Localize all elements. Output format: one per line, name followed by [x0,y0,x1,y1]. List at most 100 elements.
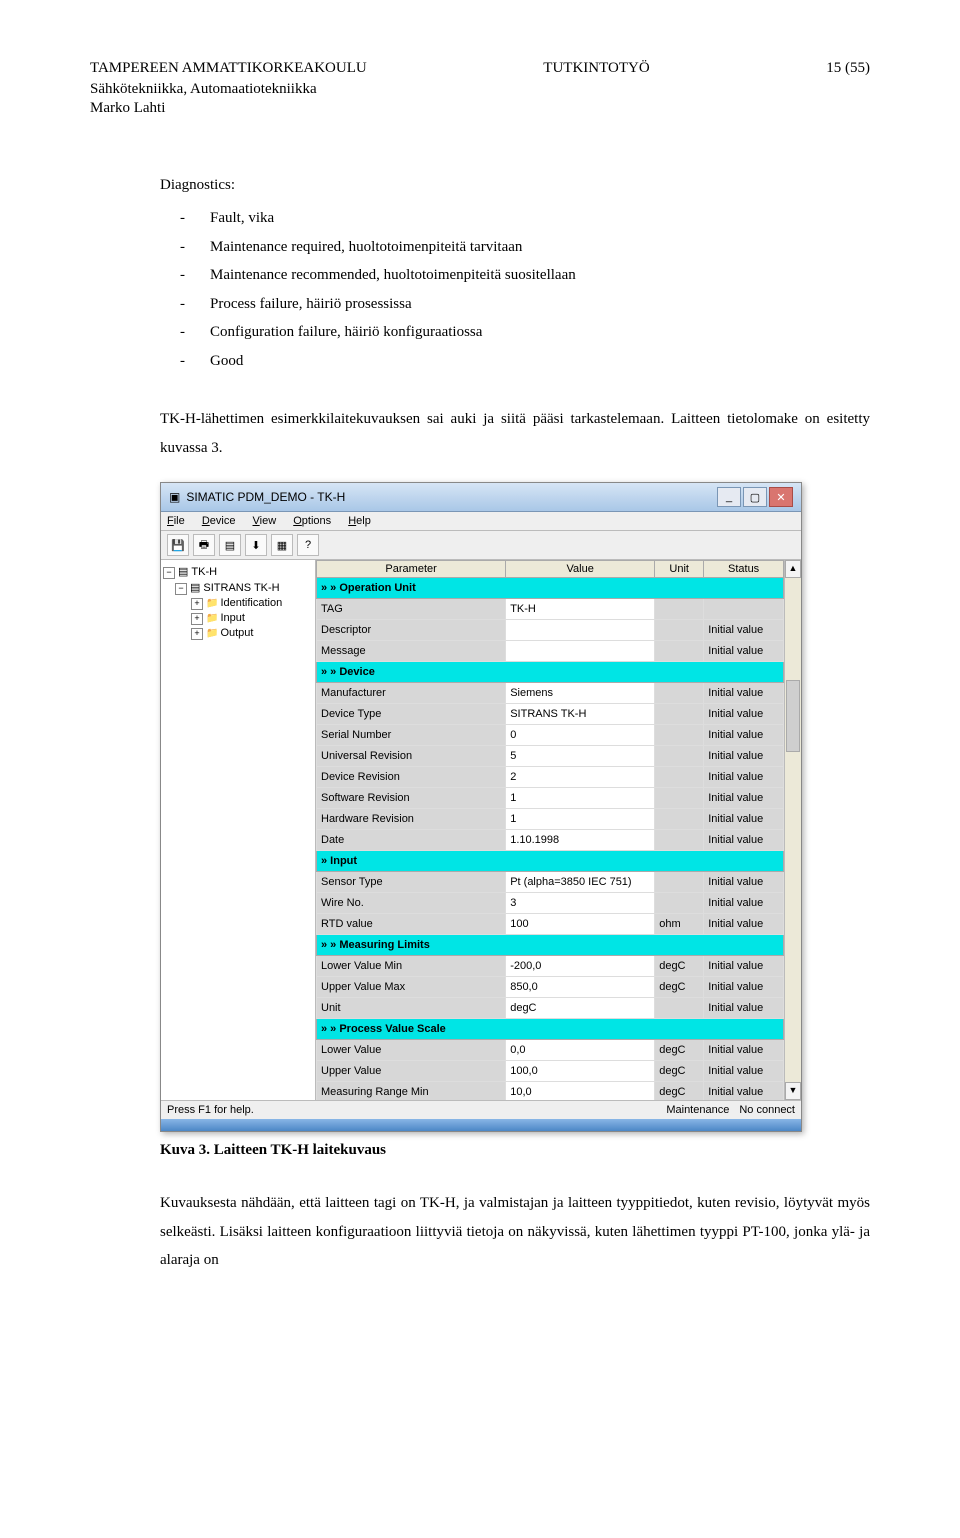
table-row[interactable]: Lower Value0,0degCInitial value [317,1040,784,1061]
device-icon[interactable]: ▤ [219,534,241,556]
menu-bar: File Device View Options Help [161,512,801,531]
tree-output[interactable]: Output [206,627,253,639]
tree-device[interactable]: SITRANS TK-H [190,582,280,594]
param-value[interactable]: 850,0 [506,977,655,998]
param-status: Initial value [704,767,784,788]
expand-icon[interactable]: + [191,613,203,625]
param-value[interactable]: 1 [506,809,655,830]
param-value[interactable]: TK-H [506,599,655,620]
table-row[interactable]: Upper Value Max850,0degCInitial value [317,977,784,998]
device-tree[interactable]: −TK-H −SITRANS TK-H +Identification +Inp… [161,560,316,1100]
expand-icon[interactable]: + [191,598,203,610]
page-number: 15 (55) [826,60,870,77]
col-status[interactable]: Status [704,561,784,578]
menu-file[interactable]: File [167,515,185,527]
section-header[interactable]: » » Operation Unit [317,578,784,599]
param-value[interactable] [506,641,655,662]
param-value[interactable]: -200,0 [506,956,655,977]
table-row[interactable]: MessageInitial value [317,641,784,662]
param-value[interactable]: 5 [506,746,655,767]
close-button[interactable]: ✕ [769,487,793,507]
tree-root[interactable]: TK-H [178,566,217,578]
param-unit [655,641,704,662]
minimize-button[interactable]: _ [717,487,741,507]
param-name: Universal Revision [317,746,506,767]
table-row[interactable]: UnitdegCInitial value [317,998,784,1019]
table-row[interactable]: RTD value100ohmInitial value [317,914,784,935]
title-bar[interactable]: ▣ SIMATIC PDM_DEMO - TK-H _ ▢ ✕ [161,483,801,512]
col-value[interactable]: Value [506,561,655,578]
param-value[interactable]: 0 [506,725,655,746]
table-row[interactable]: Lower Value Min-200,0degCInitial value [317,956,784,977]
download-icon[interactable]: ⬇ [245,534,267,556]
param-unit [655,872,704,893]
param-unit: ohm [655,914,704,935]
help-icon[interactable]: ? [297,534,319,556]
taskbar [161,1119,801,1131]
vertical-scrollbar[interactable]: ▲ ▼ [784,560,801,1100]
table-row[interactable]: Sensor TypePt (alpha=3850 IEC 751)Initia… [317,872,784,893]
menu-options[interactable]: Options [293,515,331,527]
window-title: SIMATIC PDM_DEMO - TK-H [186,490,345,504]
section-header[interactable]: » Input [317,851,784,872]
param-value[interactable]: 100 [506,914,655,935]
table-row[interactable]: TAGTK-H [317,599,784,620]
figure-3: ▣ SIMATIC PDM_DEMO - TK-H _ ▢ ✕ File Dev… [160,482,870,1132]
param-value[interactable]: 1 [506,788,655,809]
param-value[interactable]: 0,0 [506,1040,655,1061]
menu-device[interactable]: Device [202,515,236,527]
table-row[interactable]: Upper Value100,0degCInitial value [317,1061,784,1082]
section-header[interactable]: » » Device [317,662,784,683]
param-status: Initial value [704,830,784,851]
param-value[interactable]: 10,0 [506,1082,655,1101]
param-value[interactable]: Pt (alpha=3850 IEC 751) [506,872,655,893]
col-unit[interactable]: Unit [655,561,704,578]
tree-identification[interactable]: Identification [206,597,282,609]
table-row[interactable]: Hardware Revision1Initial value [317,809,784,830]
table-row[interactable]: Universal Revision5Initial value [317,746,784,767]
table-row[interactable]: Serial Number0Initial value [317,725,784,746]
param-unit [655,998,704,1019]
scroll-up-icon[interactable]: ▲ [785,560,801,578]
param-unit: degC [655,956,704,977]
param-status: Initial value [704,998,784,1019]
param-name: Device Type [317,704,506,725]
table-row[interactable]: Software Revision1Initial value [317,788,784,809]
table-row[interactable]: DescriptorInitial value [317,620,784,641]
param-value[interactable]: 1.10.1998 [506,830,655,851]
param-name: Sensor Type [317,872,506,893]
section-header[interactable]: » » Measuring Limits [317,935,784,956]
table-row[interactable]: Wire No.3Initial value [317,893,784,914]
table-icon[interactable]: ▦ [271,534,293,556]
col-parameter[interactable]: Parameter [317,561,506,578]
table-row[interactable]: ManufacturerSiemensInitial value [317,683,784,704]
body-paragraph: TK-H-lähettimen esimerkkilaitekuvauksen … [160,405,870,462]
expand-icon[interactable]: + [191,628,203,640]
maximize-button[interactable]: ▢ [743,487,767,507]
status-bar: Press F1 for help. Maintenance No connec… [161,1100,801,1119]
scroll-down-icon[interactable]: ▼ [785,1082,801,1100]
collapse-icon[interactable]: − [175,583,187,595]
parameter-grid[interactable]: Parameter Value Unit Status » » Operatio… [316,560,784,1100]
save-icon[interactable]: 💾 [167,534,189,556]
param-unit: degC [655,1082,704,1101]
section-header[interactable]: » » Process Value Scale [317,1019,784,1040]
print-icon[interactable]: 🖶 [193,534,215,556]
table-row[interactable]: Date1.10.1998Initial value [317,830,784,851]
param-value[interactable]: 2 [506,767,655,788]
param-value[interactable]: 100,0 [506,1061,655,1082]
menu-help[interactable]: Help [348,515,371,527]
param-value[interactable]: degC [506,998,655,1019]
param-value[interactable] [506,620,655,641]
param-value[interactable]: SITRANS TK-H [506,704,655,725]
table-row[interactable]: Measuring Range Min10,0degCInitial value [317,1082,784,1101]
collapse-icon[interactable]: − [163,567,175,579]
param-value[interactable]: Siemens [506,683,655,704]
doc-header: TAMPEREEN AMMATTIKORKEAKOULU TUTKINTOTYÖ… [90,60,870,77]
table-row[interactable]: Device TypeSITRANS TK-HInitial value [317,704,784,725]
param-value[interactable]: 3 [506,893,655,914]
scroll-thumb[interactable] [786,680,800,752]
menu-view[interactable]: View [253,515,277,527]
tree-input[interactable]: Input [206,612,245,624]
table-row[interactable]: Device Revision2Initial value [317,767,784,788]
